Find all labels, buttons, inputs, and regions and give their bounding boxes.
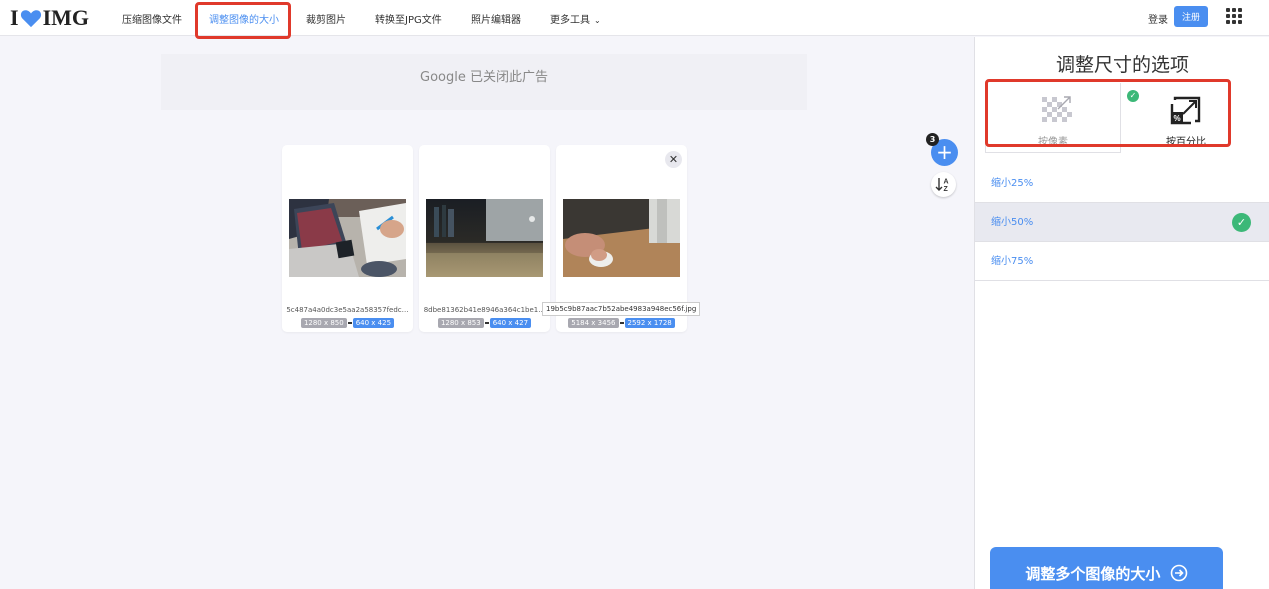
nav-more-tools[interactable]: 更多工具 ⌄ (550, 11, 601, 26)
file-thumbnail (563, 199, 680, 277)
remove-file-icon[interactable]: ✕ (665, 151, 682, 168)
file-name: 5c487a4a0dc3e5aa2a58357fedc… (286, 306, 409, 314)
percent-option-label: 缩小25% (991, 178, 1034, 189)
nav-compress[interactable]: 压缩图像文件 (122, 11, 182, 26)
original-size-badge: 1280 x 853 (437, 318, 484, 328)
check-circle-icon: ✓ (1232, 213, 1251, 232)
percent-option-label: 缩小50% (991, 217, 1034, 228)
heart-icon (20, 10, 41, 28)
svg-text:Z: Z (944, 186, 949, 193)
resize-images-button[interactable]: 调整多个图像的大小 (990, 547, 1223, 589)
file-card[interactable]: 5c487a4a0dc3e5aa2a58357fedc… 1280 x 850 … (282, 145, 413, 332)
sort-icon: A Z (935, 178, 949, 193)
nav-photo-editor[interactable]: 照片编辑器 (471, 11, 521, 26)
nav-convert-jpg[interactable]: 转换至JPG文件 (375, 11, 442, 26)
file-dimensions: 1280 x 850 640 x 425 (282, 318, 413, 328)
arrow-icon (484, 322, 489, 324)
file-count-badge: 3 (926, 133, 939, 146)
new-size-badge: 2592 x 1728 (624, 318, 675, 328)
logo-letter-i: I (10, 5, 19, 30)
original-size-badge: 1280 x 850 (300, 318, 347, 328)
grid-menu-icon[interactable] (1226, 8, 1242, 24)
new-size-badge: 640 x 427 (489, 318, 532, 328)
original-size-badge: 5184 x 3456 (568, 318, 619, 328)
panel-title: 调整尺寸的选项 (1055, 54, 1189, 76)
sort-az-button[interactable]: A Z (931, 172, 956, 197)
percent-option-label: 缩小75% (991, 256, 1034, 267)
resize-button-label: 调整多个图像的大小 (1025, 565, 1161, 583)
ad-placeholder: Google 已关闭此广告 (161, 54, 807, 110)
file-name: 8dbe81362b41e8946a364c1be1… (423, 306, 546, 314)
new-size-badge: 640 x 425 (352, 318, 395, 328)
nav-crop[interactable]: 裁剪图片 (306, 11, 346, 26)
login-link[interactable]: 登录 (1148, 11, 1168, 26)
top-header: I IMG 压缩图像文件 调整图像的大小 裁剪图片 转换至JPG文件 照片编辑器… (0, 0, 1269, 36)
arrow-icon (619, 322, 624, 324)
file-dimensions: 1280 x 853 640 x 427 (419, 318, 550, 328)
signup-button[interactable]: 注册 (1174, 6, 1208, 27)
ilovimg-logo[interactable]: I IMG (10, 5, 90, 30)
file-thumbnail (426, 199, 543, 277)
logo-text-img: IMG (42, 5, 90, 30)
ad-closed-text: Google 已关闭此广告 (420, 70, 548, 85)
percent-option-25[interactable]: 缩小25% (975, 164, 1269, 203)
nav-more-tools-label: 更多工具 (550, 15, 590, 26)
arrow-right-circle-icon (1170, 564, 1187, 582)
percent-option-50[interactable]: 缩小50% ✓ (975, 203, 1269, 242)
chevron-down-icon: ⌄ (594, 16, 601, 25)
svg-text:A: A (944, 179, 949, 186)
file-thumbnail (289, 199, 406, 277)
file-dimensions: 5184 x 3456 2592 x 1728 (556, 318, 687, 328)
file-card[interactable]: 8dbe81362b41e8946a364c1be1… 1280 x 853 6… (419, 145, 550, 332)
nav-highlight-box (195, 2, 291, 39)
arrow-icon (347, 322, 352, 324)
percent-option-75[interactable]: 缩小75% (975, 242, 1269, 281)
options-highlight-box (985, 79, 1231, 147)
file-name-tooltip: 19b5c9b87aac7b52abe4983a948ec56f.jpg (542, 302, 701, 316)
